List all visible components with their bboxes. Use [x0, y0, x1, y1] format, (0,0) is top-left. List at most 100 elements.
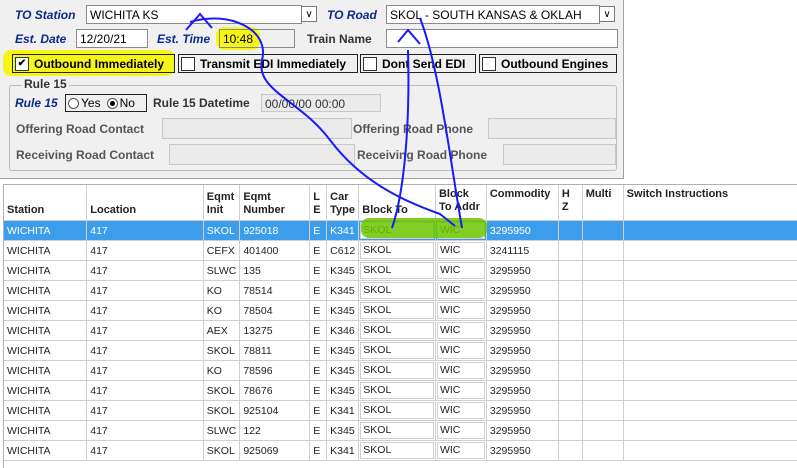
cell-block-to-addr[interactable]: WIC	[435, 440, 487, 461]
col-block-to-addr-header[interactable]: Block To Addr	[435, 185, 487, 221]
cell-block-to-addr[interactable]: WIC	[435, 240, 487, 261]
cell-block-to[interactable]: SKOL	[358, 260, 436, 281]
block-to-addr-input[interactable]: WIC	[436, 342, 485, 359]
table-row[interactable]: WICHITA 417 CEFX 401400 E C612 SKOL WIC 3241115	[4, 240, 797, 261]
rule15-yes-radio[interactable]	[68, 97, 79, 109]
block-to-input[interactable]: SKOL	[360, 302, 434, 319]
to-station-select[interactable]: WICHITA KS	[86, 5, 302, 24]
block-to-addr-input[interactable]: WIC	[436, 422, 485, 439]
block-to-input[interactable]: SKOL	[360, 362, 434, 379]
offering-contact-field[interactable]	[162, 118, 352, 139]
block-to-addr-input[interactable]: WIC	[436, 322, 485, 339]
cell-block-to-addr[interactable]: WIC	[435, 300, 487, 321]
table-row[interactable]: WICHITA 417 KO 78514 E K345 SKOL WIC 3295950	[4, 280, 797, 301]
cell-block-to[interactable]: SKOL	[358, 420, 436, 441]
outbound-engines-checkbox[interactable]: Outbound Engines	[479, 54, 617, 73]
rule15-datetime-field[interactable]: 00/00/00 00:00	[261, 94, 381, 112]
cell-block-to[interactable]: SKOL	[358, 300, 436, 321]
offering-phone-field[interactable]	[488, 118, 616, 139]
col-switch-instructions-header[interactable]: Switch Instructions	[623, 185, 797, 221]
receiving-phone-field[interactable]	[503, 144, 616, 165]
cell-car-type: K345	[326, 420, 360, 441]
cell-block-to[interactable]: SKOL	[358, 240, 436, 261]
transmit-edi-checkbox[interactable]: Transmit EDI Immediately	[178, 54, 358, 73]
cell-block-to[interactable]: SKOL	[358, 320, 436, 341]
est-time-field[interactable]: 10:48	[219, 29, 295, 48]
block-to-addr-input[interactable]: WIC	[436, 442, 485, 459]
cell-block-to[interactable]: SKOL	[358, 400, 436, 421]
col-eqmt-init-header[interactable]: Eqmt Init	[203, 185, 241, 221]
cell-location: 417	[86, 420, 204, 441]
cell-block-to-addr[interactable]: WIC	[435, 360, 487, 381]
block-to-input[interactable]: SKOL	[360, 282, 434, 299]
to-road-select[interactable]: SKOL - SOUTH KANSAS & OKLAH	[386, 5, 600, 24]
dont-send-edi-checkbox[interactable]: Dont Send EDI	[360, 54, 476, 73]
table-row[interactable]: WICHITA 417 KO 78504 E K345 SKOL WIC 3295950	[4, 300, 797, 321]
block-to-input[interactable]: SKOL	[360, 382, 434, 399]
table-row[interactable]: WICHITA 417 SLWC 122 E K345 SKOL WIC 3295950	[4, 420, 797, 441]
table-row[interactable]: WICHITA 417 SLWC 135 E K345 SKOL WIC 3295950	[4, 260, 797, 281]
col-eqmt-number-header[interactable]: Eqmt Number	[239, 185, 311, 221]
table-row[interactable]: WICHITA 417 SKOL 78811 E K345 SKOL WIC 3295950	[4, 340, 797, 361]
cell-block-to-addr[interactable]: WIC	[435, 260, 487, 281]
block-to-input[interactable]: SKOL	[360, 322, 434, 339]
cell-block-to[interactable]: SKOL	[358, 360, 436, 381]
table-row[interactable]: WICHITA 417 SKOL 925069 E K341 SKOL WIC 3295950	[4, 440, 797, 461]
block-to-addr-input[interactable]: WIC	[436, 362, 485, 379]
to-road-dropdown-button[interactable]: ∨	[599, 6, 615, 22]
cell-station: WICHITA	[4, 340, 88, 361]
train-name-field[interactable]	[386, 29, 618, 48]
block-to-addr-input[interactable]: WIC	[436, 262, 485, 279]
block-to-addr-input[interactable]: WIC	[436, 302, 485, 319]
outbound-immediately-checkbox[interactable]: ✔ Outbound Immediately	[12, 54, 175, 73]
block-to-input[interactable]: SKOL	[360, 242, 434, 259]
col-le-header[interactable]: L E	[309, 185, 328, 221]
col-station-header[interactable]: Station	[4, 185, 88, 221]
cell-block-to-addr[interactable]: WIC	[435, 420, 487, 441]
receiving-contact-field[interactable]	[169, 144, 355, 165]
cell-eqmt-init: SLWC	[203, 260, 241, 281]
block-to-addr-input[interactable]: WIC	[436, 242, 485, 259]
cell-block-to[interactable]: SKOL	[358, 380, 436, 401]
block-to-input[interactable]: SKOL	[360, 422, 434, 439]
cell-eqmt-init: SKOL	[203, 340, 241, 361]
cell-location: 417	[86, 360, 204, 381]
rule15-no-radio[interactable]	[106, 97, 118, 109]
block-to-addr-input[interactable]: WIC	[436, 282, 485, 299]
block-to-addr-input[interactable]: WIC	[436, 382, 485, 399]
cell-block-to-addr[interactable]: WIC	[435, 320, 487, 341]
cell-block-to-addr[interactable]: WIC	[435, 340, 487, 361]
rule15-label: Rule 15	[15, 96, 58, 110]
block-to-input[interactable]: SKOL	[360, 262, 434, 279]
col-hz-header[interactable]: H Z	[558, 185, 583, 221]
cell-le: E	[309, 420, 328, 441]
cell-location: 417	[86, 320, 204, 341]
cell-block-to[interactable]: SKOL	[358, 280, 436, 301]
block-to-addr-input[interactable]: WIC	[436, 402, 485, 419]
cell-commodity: 3295950	[486, 420, 559, 441]
col-location-header[interactable]: Location	[86, 185, 204, 221]
cell-location: 417	[86, 440, 204, 461]
table-row[interactable]: WICHITA 417 SKOL 78676 E K345 SKOL WIC 3295950	[4, 380, 797, 401]
col-block-to-header[interactable]: Block To	[358, 185, 436, 221]
col-multi-header[interactable]: Multi	[582, 185, 624, 221]
table-row[interactable]: WICHITA 417 SKOL 925104 E K341 SKOL WIC 3295950	[4, 400, 797, 421]
cell-block-to-addr[interactable]: WIC	[435, 380, 487, 401]
checkbox-box	[482, 56, 496, 71]
block-to-input[interactable]: SKOL	[360, 442, 434, 459]
est-date-field[interactable]: 12/20/21	[76, 29, 148, 48]
cell-switch-instructions	[623, 220, 797, 241]
table-row[interactable]: WICHITA 417 AEX 13275 E K346 SKOL WIC 3295950	[4, 320, 797, 341]
col-car-type-header[interactable]: Car Type	[326, 185, 360, 221]
cell-block-to[interactable]: SKOL	[358, 340, 436, 361]
cell-le: E	[309, 440, 328, 461]
cell-le: E	[309, 340, 328, 361]
col-commodity-header[interactable]: Commodity	[486, 185, 559, 221]
table-row[interactable]: WICHITA 417 KO 78596 E K345 SKOL WIC 3295950	[4, 360, 797, 381]
to-station-dropdown-button[interactable]: ∨	[301, 6, 317, 22]
cell-block-to-addr[interactable]: WIC	[435, 400, 487, 421]
cell-block-to-addr[interactable]: WIC	[435, 280, 487, 301]
block-to-input[interactable]: SKOL	[360, 402, 434, 419]
cell-block-to[interactable]: SKOL	[358, 440, 436, 461]
block-to-input[interactable]: SKOL	[360, 342, 434, 359]
